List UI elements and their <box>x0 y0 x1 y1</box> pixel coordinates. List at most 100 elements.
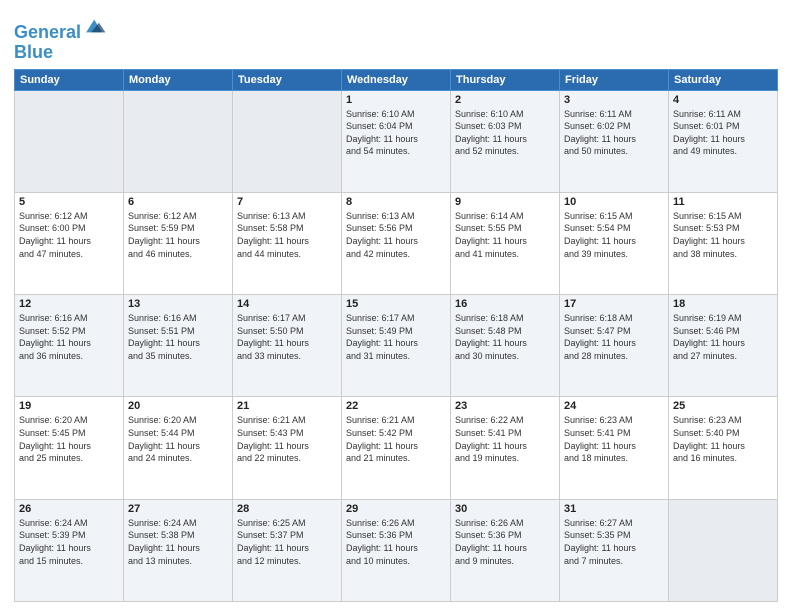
day-info: Sunrise: 6:25 AMSunset: 5:37 PMDaylight:… <box>237 517 337 567</box>
day-cell: 30 Sunrise: 6:26 AMSunset: 5:36 PMDayligh… <box>451 499 560 601</box>
day-cell: 29 Sunrise: 6:26 AMSunset: 5:36 PMDayligh… <box>342 499 451 601</box>
day-cell: 19 Sunrise: 6:20 AMSunset: 5:45 PMDayligh… <box>15 397 124 499</box>
day-cell: 28 Sunrise: 6:25 AMSunset: 5:37 PMDayligh… <box>233 499 342 601</box>
day-number: 7 <box>237 196 337 208</box>
day-number: 13 <box>128 298 228 310</box>
day-info: Sunrise: 6:10 AMSunset: 6:04 PMDaylight:… <box>346 108 446 158</box>
weekday-header-monday: Monday <box>124 69 233 90</box>
logo-general: General <box>14 22 81 42</box>
day-cell: 27 Sunrise: 6:24 AMSunset: 5:38 PMDayligh… <box>124 499 233 601</box>
day-number: 16 <box>455 298 555 310</box>
day-info: Sunrise: 6:12 AMSunset: 6:00 PMDaylight:… <box>19 210 119 260</box>
day-number: 15 <box>346 298 446 310</box>
logo-blue: Blue <box>14 43 107 63</box>
day-info: Sunrise: 6:16 AMSunset: 5:51 PMDaylight:… <box>128 312 228 362</box>
logo-icon <box>83 14 107 38</box>
day-info: Sunrise: 6:18 AMSunset: 5:48 PMDaylight:… <box>455 312 555 362</box>
day-number: 3 <box>564 94 664 106</box>
day-cell <box>233 90 342 192</box>
day-cell: 18 Sunrise: 6:19 AMSunset: 5:46 PMDayligh… <box>669 295 778 397</box>
day-cell: 24 Sunrise: 6:23 AMSunset: 5:41 PMDayligh… <box>560 397 669 499</box>
day-info: Sunrise: 6:26 AMSunset: 5:36 PMDaylight:… <box>455 517 555 567</box>
day-info: Sunrise: 6:15 AMSunset: 5:54 PMDaylight:… <box>564 210 664 260</box>
day-cell: 3 Sunrise: 6:11 AMSunset: 6:02 PMDaylight… <box>560 90 669 192</box>
header: General Blue <box>14 10 778 63</box>
day-info: Sunrise: 6:11 AMSunset: 6:01 PMDaylight:… <box>673 108 773 158</box>
day-cell: 12Sunrise: 6:16 AMSunset: 5:52 PMDayligh… <box>15 295 124 397</box>
day-info: Sunrise: 6:20 AMSunset: 5:44 PMDaylight:… <box>128 414 228 464</box>
weekday-header-row: SundayMondayTuesdayWednesdayThursdayFrid… <box>15 69 778 90</box>
day-info: Sunrise: 6:16 AMSunset: 5:52 PMDaylight:… <box>19 312 119 362</box>
page: General Blue SundayMondayTuesdayWednesda… <box>0 0 792 612</box>
day-cell: 25Sunrise: 6:23 AMSunset: 5:40 PMDayligh… <box>669 397 778 499</box>
day-number: 24 <box>564 400 664 412</box>
week-row-3: 12Sunrise: 6:16 AMSunset: 5:52 PMDayligh… <box>15 295 778 397</box>
day-info: Sunrise: 6:27 AMSunset: 5:35 PMDaylight:… <box>564 517 664 567</box>
day-cell: 31 Sunrise: 6:27 AMSunset: 5:35 PMDayligh… <box>560 499 669 601</box>
weekday-header-saturday: Saturday <box>669 69 778 90</box>
calendar: SundayMondayTuesdayWednesdayThursdayFrid… <box>14 69 778 602</box>
day-info: Sunrise: 6:15 AMSunset: 5:53 PMDaylight:… <box>673 210 773 260</box>
day-number: 31 <box>564 503 664 515</box>
weekday-header-sunday: Sunday <box>15 69 124 90</box>
day-cell: 13 Sunrise: 6:16 AMSunset: 5:51 PMDayligh… <box>124 295 233 397</box>
day-number: 2 <box>455 94 555 106</box>
day-number: 23 <box>455 400 555 412</box>
day-number: 9 <box>455 196 555 208</box>
day-info: Sunrise: 6:12 AMSunset: 5:59 PMDaylight:… <box>128 210 228 260</box>
day-info: Sunrise: 6:18 AMSunset: 5:47 PMDaylight:… <box>564 312 664 362</box>
day-cell: 2 Sunrise: 6:10 AMSunset: 6:03 PMDaylight… <box>451 90 560 192</box>
day-info: Sunrise: 6:22 AMSunset: 5:41 PMDaylight:… <box>455 414 555 464</box>
day-number: 19 <box>19 400 119 412</box>
day-number: 14 <box>237 298 337 310</box>
day-cell: 1Sunrise: 6:10 AMSunset: 6:04 PMDaylight… <box>342 90 451 192</box>
day-cell: 17 Sunrise: 6:18 AMSunset: 5:47 PMDayligh… <box>560 295 669 397</box>
day-info: Sunrise: 6:23 AMSunset: 5:41 PMDaylight:… <box>564 414 664 464</box>
day-cell <box>669 499 778 601</box>
weekday-header-wednesday: Wednesday <box>342 69 451 90</box>
day-number: 27 <box>128 503 228 515</box>
week-row-5: 26Sunrise: 6:24 AMSunset: 5:39 PMDayligh… <box>15 499 778 601</box>
day-number: 10 <box>564 196 664 208</box>
day-number: 5 <box>19 196 119 208</box>
day-cell <box>15 90 124 192</box>
day-number: 18 <box>673 298 773 310</box>
day-info: Sunrise: 6:21 AMSunset: 5:42 PMDaylight:… <box>346 414 446 464</box>
day-info: Sunrise: 6:13 AMSunset: 5:58 PMDaylight:… <box>237 210 337 260</box>
day-number: 30 <box>455 503 555 515</box>
day-cell: 26Sunrise: 6:24 AMSunset: 5:39 PMDayligh… <box>15 499 124 601</box>
day-number: 4 <box>673 94 773 106</box>
day-cell: 23 Sunrise: 6:22 AMSunset: 5:41 PMDayligh… <box>451 397 560 499</box>
day-number: 17 <box>564 298 664 310</box>
day-cell: 22 Sunrise: 6:21 AMSunset: 5:42 PMDayligh… <box>342 397 451 499</box>
day-info: Sunrise: 6:20 AMSunset: 5:45 PMDaylight:… <box>19 414 119 464</box>
day-info: Sunrise: 6:11 AMSunset: 6:02 PMDaylight:… <box>564 108 664 158</box>
day-info: Sunrise: 6:26 AMSunset: 5:36 PMDaylight:… <box>346 517 446 567</box>
day-cell: 6Sunrise: 6:12 AMSunset: 5:59 PMDaylight… <box>124 192 233 294</box>
day-number: 26 <box>19 503 119 515</box>
day-cell: 20Sunrise: 6:20 AMSunset: 5:44 PMDayligh… <box>124 397 233 499</box>
logo: General Blue <box>14 14 107 63</box>
day-number: 21 <box>237 400 337 412</box>
day-number: 11 <box>673 196 773 208</box>
day-cell: 11 Sunrise: 6:15 AMSunset: 5:53 PMDayligh… <box>669 192 778 294</box>
day-number: 22 <box>346 400 446 412</box>
day-number: 29 <box>346 503 446 515</box>
day-info: Sunrise: 6:19 AMSunset: 5:46 PMDaylight:… <box>673 312 773 362</box>
day-info: Sunrise: 6:13 AMSunset: 5:56 PMDaylight:… <box>346 210 446 260</box>
day-cell: 4 Sunrise: 6:11 AMSunset: 6:01 PMDaylight… <box>669 90 778 192</box>
day-cell: 8 Sunrise: 6:13 AMSunset: 5:56 PMDaylight… <box>342 192 451 294</box>
day-cell: 9 Sunrise: 6:14 AMSunset: 5:55 PMDaylight… <box>451 192 560 294</box>
day-cell: 21Sunrise: 6:21 AMSunset: 5:43 PMDayligh… <box>233 397 342 499</box>
day-cell <box>124 90 233 192</box>
day-info: Sunrise: 6:14 AMSunset: 5:55 PMDaylight:… <box>455 210 555 260</box>
day-info: Sunrise: 6:10 AMSunset: 6:03 PMDaylight:… <box>455 108 555 158</box>
day-info: Sunrise: 6:17 AMSunset: 5:50 PMDaylight:… <box>237 312 337 362</box>
week-row-1: 1Sunrise: 6:10 AMSunset: 6:04 PMDaylight… <box>15 90 778 192</box>
day-number: 8 <box>346 196 446 208</box>
weekday-header-thursday: Thursday <box>451 69 560 90</box>
day-info: Sunrise: 6:24 AMSunset: 5:38 PMDaylight:… <box>128 517 228 567</box>
day-cell: 7 Sunrise: 6:13 AMSunset: 5:58 PMDaylight… <box>233 192 342 294</box>
day-cell: 5 Sunrise: 6:12 AMSunset: 6:00 PMDaylight… <box>15 192 124 294</box>
day-number: 28 <box>237 503 337 515</box>
